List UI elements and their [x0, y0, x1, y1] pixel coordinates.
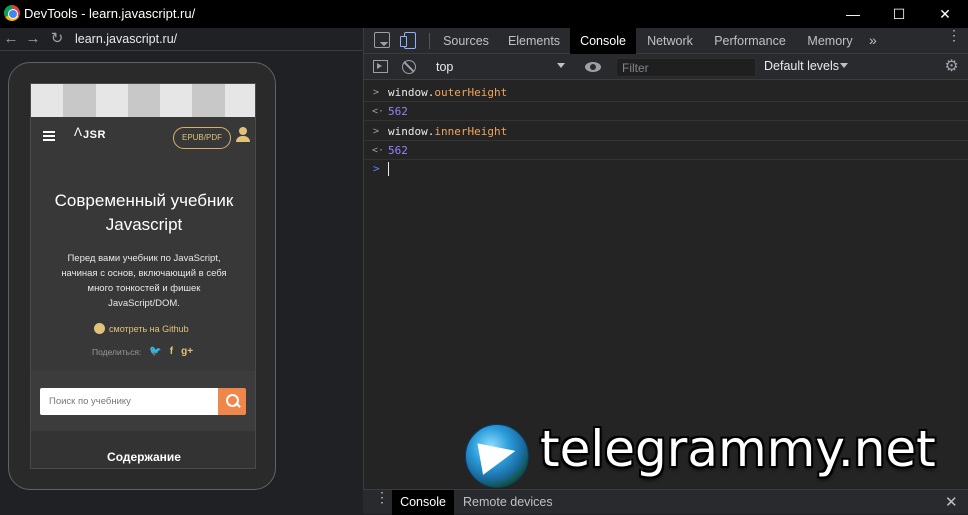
menu-icon[interactable] — [43, 131, 55, 141]
paper-plane-icon — [477, 437, 519, 475]
site-header: JSR Ʌ EPUB/PDF — [31, 117, 255, 159]
address-bar: ← → ↻ learn.javascript.ru/ — [0, 28, 363, 50]
tab-performance[interactable]: Performance — [706, 28, 794, 54]
window-titlebar: DevTools - learn.javascript.ru/ — ☐ ✕ — [0, 0, 968, 28]
chevron-down-icon — [840, 63, 848, 68]
minimize-button[interactable]: — — [830, 0, 876, 28]
drawer-menu-icon[interactable]: ⋮ — [375, 490, 389, 504]
tab-memory[interactable]: Memory — [798, 28, 862, 54]
console-output-row: <· 562 — [364, 141, 968, 160]
console-object: window. — [388, 86, 435, 99]
chrome-icon — [4, 5, 20, 21]
log-levels-dropdown[interactable]: Default levels — [764, 59, 839, 73]
google-plus-icon[interactable]: g+ — [181, 346, 193, 357]
watermark-text: telegrammy.net — [540, 420, 936, 478]
window-title: DevTools - learn.javascript.ru/ — [24, 6, 196, 21]
tab-sources[interactable]: Sources — [434, 28, 498, 54]
hero-description: Перед вами учебник по JavaScript, начина… — [61, 253, 227, 309]
gear-icon[interactable]: ⚙ — [944, 59, 959, 75]
output-chevron-icon: <· — [372, 145, 385, 156]
github-link-label: смотреть на Github — [109, 323, 189, 334]
input-chevron-icon: > — [373, 87, 380, 98]
console-input-row: > window.innerHeight — [364, 122, 968, 141]
share-label: Поделиться: — [92, 346, 142, 357]
epub-pdf-button[interactable]: EPUB/PDF — [173, 127, 231, 149]
console-value: 562 — [388, 105, 408, 118]
output-chevron-icon: <· — [372, 106, 385, 117]
divider — [429, 33, 430, 49]
contents-heading: Содержание — [107, 450, 181, 464]
live-expression-icon[interactable] — [585, 62, 601, 72]
tab-elements[interactable]: Elements — [500, 28, 568, 54]
url-field[interactable]: learn.javascript.ru/ — [75, 32, 177, 46]
search-section — [31, 371, 255, 431]
hero-title: Современный учебник Javascript — [54, 191, 234, 234]
site-logo[interactable]: JSR — [83, 129, 106, 141]
console-input-row: > window.outerHeight — [364, 83, 968, 102]
tab-network[interactable]: Network — [638, 28, 702, 54]
device-preview-pane: ← → ↻ learn.javascript.ru/ JSR Ʌ EPUB/PD… — [0, 28, 363, 514]
console-value: 562 — [388, 144, 408, 157]
more-tabs-icon[interactable]: » — [869, 28, 877, 54]
close-window-button[interactable]: ✕ — [922, 0, 968, 28]
clear-console-icon[interactable] — [402, 60, 416, 74]
console-toolbar: top Default levels ⚙ — [364, 54, 968, 80]
console-property: outerHeight — [434, 86, 508, 99]
logo-mark-icon: Ʌ — [74, 125, 83, 139]
forward-icon[interactable]: → — [24, 30, 42, 48]
console-input-caret[interactable] — [388, 162, 389, 176]
github-icon — [94, 323, 105, 334]
inspect-element-icon[interactable] — [374, 32, 390, 48]
maximize-button[interactable]: ☐ — [876, 0, 922, 28]
reload-icon[interactable]: ↻ — [48, 30, 66, 48]
filter-input[interactable] — [616, 58, 756, 77]
console-object: window. — [388, 125, 435, 138]
chevron-down-icon — [557, 63, 565, 68]
divider — [0, 50, 363, 51]
placeholder-pattern — [31, 84, 255, 117]
devtools-menu-icon[interactable]: ⋮ — [947, 28, 961, 48]
drawer-tab-console[interactable]: Console — [392, 490, 454, 515]
back-icon[interactable]: ← — [2, 30, 20, 48]
drawer-tab-remote-devices[interactable]: Remote devices — [463, 490, 553, 515]
tab-console[interactable]: Console — [570, 28, 636, 54]
console-property: innerHeight — [434, 125, 508, 138]
share-row: Поделиться: 🐦 f g+ — [92, 346, 193, 357]
twitter-icon[interactable]: 🐦 — [149, 346, 161, 357]
hero-section: Современный учебник Javascript Перед вам… — [31, 159, 255, 371]
console-output-row: <· 562 — [364, 102, 968, 121]
facebook-icon[interactable]: f — [170, 346, 173, 357]
device-toolbar-icon[interactable] — [400, 32, 416, 49]
input-chevron-icon: > — [373, 126, 380, 137]
search-icon[interactable] — [218, 388, 246, 415]
show-sidebar-icon[interactable] — [373, 60, 388, 73]
tutorial-search-input[interactable] — [40, 388, 218, 415]
close-drawer-icon[interactable]: ✕ — [945, 493, 958, 511]
console-prompt-icon: > — [373, 162, 380, 175]
context-selector[interactable]: top — [428, 57, 570, 77]
github-link[interactable]: смотреть на Github — [94, 323, 189, 334]
device-frame: JSR Ʌ EPUB/PDF Современный учебник Javas… — [8, 62, 276, 490]
user-icon[interactable] — [236, 127, 250, 143]
devtools-drawer: ⋮ Console Remote devices ✕ — [363, 489, 968, 515]
devtools-tabbar: Sources Elements Console Network Perform… — [364, 28, 968, 54]
device-screen[interactable]: JSR Ʌ EPUB/PDF Современный учебник Javas… — [30, 83, 256, 469]
